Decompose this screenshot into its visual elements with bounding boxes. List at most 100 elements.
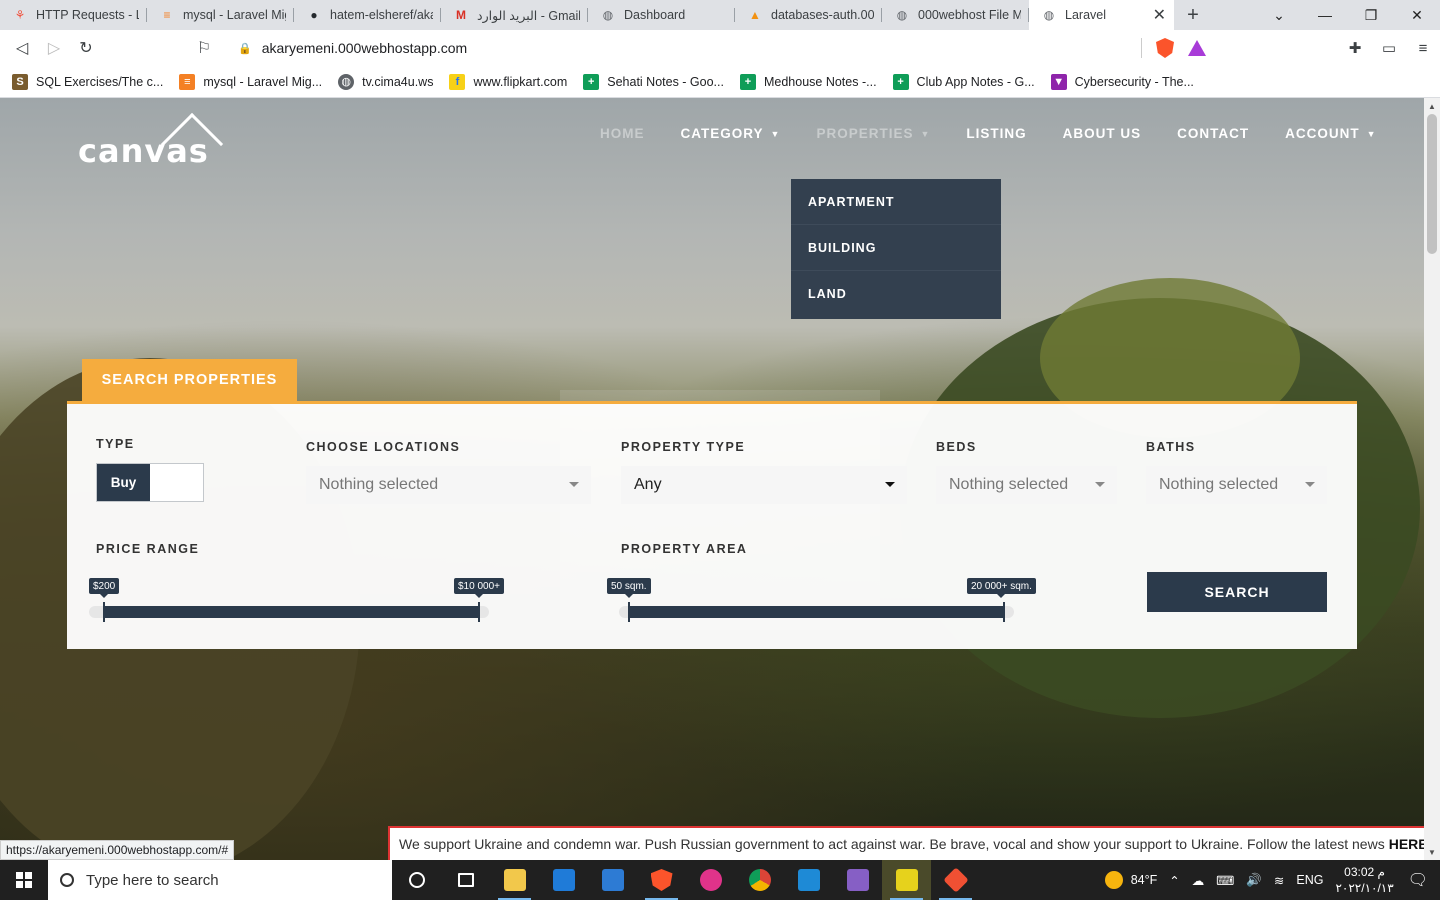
taskbar-search[interactable]: Type here to search [48,860,392,900]
forward-icon[interactable]: ▷ [38,32,70,64]
baths-select[interactable]: Nothing selected [1146,466,1327,504]
menu-icon[interactable]: ≡ [1406,30,1440,66]
scrollbar-thumb[interactable] [1427,114,1437,254]
bookmark-item[interactable]: f www.flipkart.com [449,73,568,90]
bookmark-icon[interactable]: ⚐ [188,32,220,64]
nav-label: ACCOUNT [1285,126,1360,141]
bookmark-item[interactable]: S SQL Exercises/The c... [12,73,163,90]
bookmark-favicon: S [12,73,28,90]
tab-7[interactable]: ◍ 000webhost File Man [882,0,1029,30]
language-indicator[interactable]: ENG [1296,873,1323,887]
cybersecurity-icon: ▼ [1050,73,1067,90]
search-button[interactable]: SEARCH [1147,572,1327,612]
slider-handle-max[interactable] [478,602,480,622]
tab-4[interactable]: M البريد الوارد - Gmail [441,0,588,30]
nav-listing[interactable]: LISTING [966,126,1026,141]
tab-search-icon[interactable]: ⌄ [1256,0,1302,30]
menu-item-apartment[interactable]: APARTMENT [791,179,1001,225]
close-tab-icon[interactable]: ✕ [1153,5,1166,25]
nav-label: PROPERTIES [816,126,914,141]
bookmark-label: mysql - Laravel Mig... [203,74,323,89]
back-icon[interactable]: ◁ [6,32,38,64]
brave-shields-icon[interactable] [1156,38,1174,58]
chevron-up-icon[interactable]: ⌃ [1169,873,1179,888]
ime-icon[interactable]: ⌨ [1216,873,1234,888]
select-value: Nothing selected [319,476,439,493]
wallet-icon[interactable]: ▭ [1372,30,1406,66]
bookmark-item[interactable]: ◍ tv.cima4u.ws [338,73,433,90]
vscode-icon[interactable] [784,860,833,900]
tab-5[interactable]: ◍ Dashboard [588,0,735,30]
bookmark-item[interactable]: + Sehati Notes - Goo... [583,73,724,90]
close-window-icon[interactable]: ✕ [1394,0,1440,30]
search-properties-tab[interactable]: SEARCH PROPERTIES [82,359,297,401]
weather-sun-icon[interactable] [1104,871,1123,889]
banner-link[interactable]: HERE [1389,836,1424,852]
beds-select[interactable]: Nothing selected [936,466,1117,504]
clock[interactable]: 03:02 م ٢٠٢٢/١٠/١٣ [1335,864,1393,896]
chrome-icon[interactable] [735,860,784,900]
bookmark-item[interactable]: ≡ mysql - Laravel Mig... [179,73,323,90]
microsoft-store-icon[interactable] [539,860,588,900]
property-area-slider[interactable]: 50 sqm. 20 000+ sqm. [607,578,1036,622]
wamp-icon[interactable] [686,860,735,900]
nav-home[interactable]: HOME [600,126,645,141]
search-icon [60,873,74,887]
bookmark-item[interactable]: + Medhouse Notes -... [739,73,877,90]
nav-label: ABOUT US [1062,126,1142,141]
notes-app-icon[interactable] [882,860,931,900]
temperature[interactable]: 84°F [1131,873,1158,887]
brave-rewards-icon[interactable] [1188,40,1206,56]
select-value: Nothing selected [949,476,1069,493]
visual-studio-icon[interactable] [833,860,882,900]
tab-6[interactable]: ▲ databases-auth.000w [735,0,882,30]
menu-item-building[interactable]: BUILDING [791,225,1001,271]
tab-1[interactable]: ⚘ HTTP Requests - Lara [0,0,147,30]
nav-account[interactable]: ACCOUNT ▼ [1285,126,1376,141]
price-range-slider[interactable]: $200 $10 000+ [89,578,504,622]
bookmark-item[interactable]: ▼ Cybersecurity - The... [1050,73,1194,90]
tab-2[interactable]: ≡ mysql - Laravel Migr [147,0,294,30]
file-explorer-icon[interactable] [490,860,539,900]
menu-item-land[interactable]: LAND [791,271,1001,317]
slider-handle-min[interactable] [103,602,105,622]
bookmark-label: www.flipkart.com [473,74,568,89]
bookmark-label: Medhouse Notes -... [763,74,877,89]
bookmark-item[interactable]: + Club App Notes - G... [892,73,1035,90]
mail-icon[interactable] [588,860,637,900]
start-button[interactable] [0,860,48,900]
cortana-icon[interactable] [392,860,441,900]
git-icon[interactable] [931,860,980,900]
tab-3[interactable]: ● hatem-elsheref/akar [294,0,441,30]
onedrive-icon[interactable]: ☁ [1192,873,1205,888]
clock-date: ٢٠٢٢/١٠/١٣ [1335,881,1394,895]
page-viewport: canvas HOME CATEGORY ▼ PROPERTIES ▼ LISTIN… [0,98,1424,860]
volume-icon[interactable]: 🔊 [1246,873,1262,888]
wifi-icon[interactable]: ≋ [1274,873,1284,888]
type-toggle-buy[interactable]: Buy [97,464,150,501]
minimize-icon[interactable]: — [1302,0,1348,30]
nav-properties[interactable]: PROPERTIES ▼ [816,126,930,141]
banner-text: We support Ukraine and condemn war. Push… [399,836,1385,852]
address-bar[interactable]: 🔒 akaryemeni.000webhostapp.com [222,34,1214,62]
task-view-icon[interactable] [441,860,490,900]
notifications-icon[interactable]: 🗨 [1408,870,1428,890]
scroll-down-icon[interactable]: ▼ [1424,844,1440,860]
tab-active[interactable]: ◍ Laravel ✕ [1029,0,1174,30]
nav-about-us[interactable]: ABOUT US [1063,126,1142,141]
nav-contact[interactable]: CONTACT [1177,126,1249,141]
reload-icon[interactable]: ↻ [70,32,102,64]
slider-handle-min[interactable] [628,602,630,622]
new-tab-icon[interactable]: + [1174,0,1212,30]
locations-select[interactable]: Nothing selected [306,466,591,504]
nav-category[interactable]: CATEGORY ▼ [681,126,781,141]
extensions-icon[interactable]: ✚ [1338,30,1372,66]
scroll-up-icon[interactable]: ▲ [1424,98,1440,114]
slider-handle-max[interactable] [1003,602,1005,622]
type-toggle[interactable]: Buy [96,463,204,502]
property-type-select[interactable]: Any [621,466,907,504]
restore-icon[interactable]: ❐ [1348,0,1394,30]
site-logo[interactable]: canvas [78,112,224,176]
brave-icon[interactable] [637,860,686,900]
page-scrollbar[interactable]: ▲ ▼ [1424,98,1440,860]
